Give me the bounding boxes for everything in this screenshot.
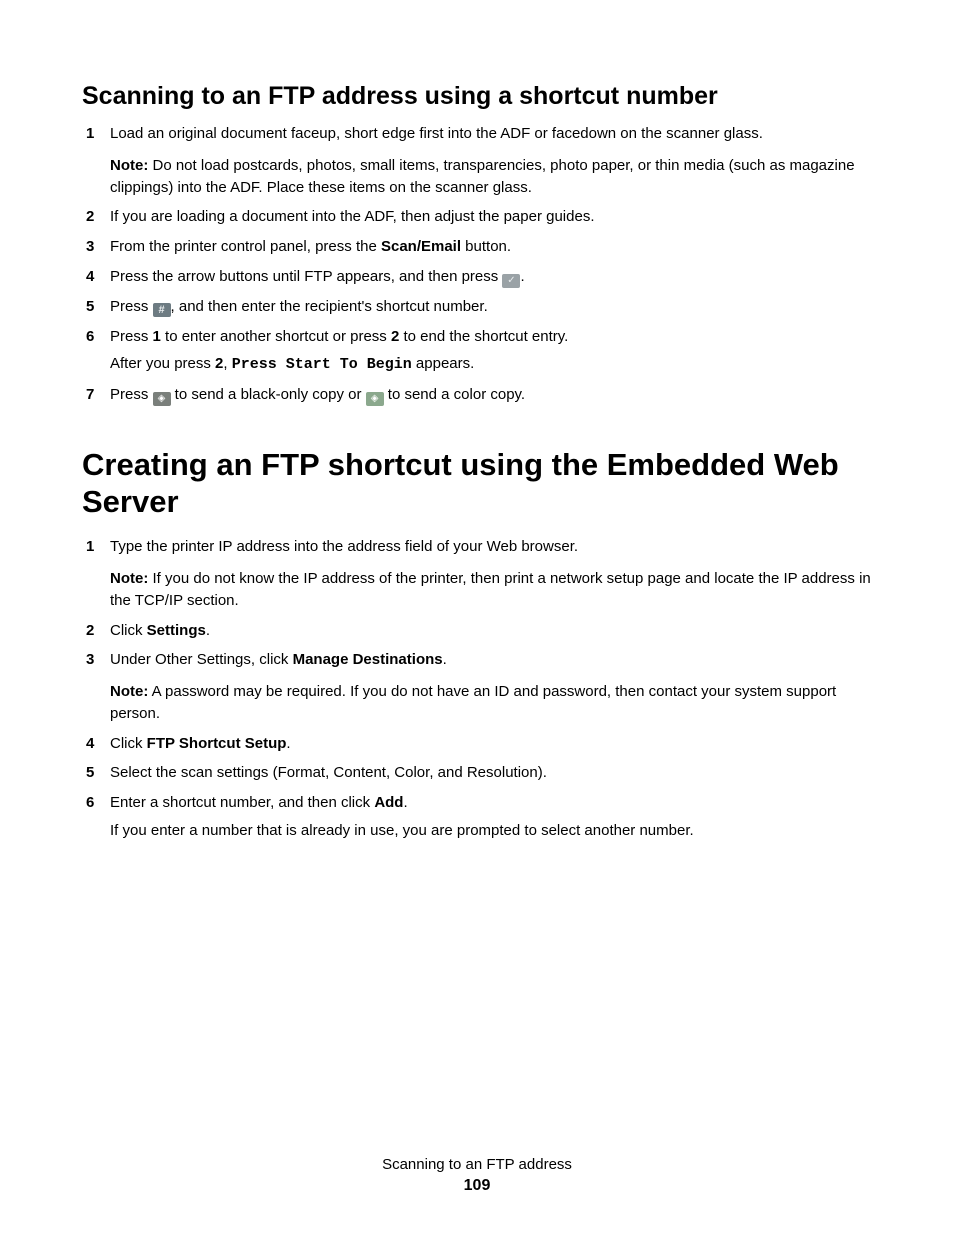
section-title-scan-shortcut: Scanning to an FTP address using a short…: [82, 82, 872, 111]
display-text-press-start: Press Start To Begin: [232, 356, 412, 373]
step-text: Select the scan settings (Format, Conten…: [110, 764, 547, 781]
step-1-note: Note: Do not load postcards, photos, sma…: [110, 155, 872, 199]
step-text-part: button.: [461, 238, 511, 255]
step-b3-note: Note: A password may be required. If you…: [110, 681, 872, 725]
section1-steps: Load an original document faceup, short …: [82, 123, 872, 406]
step-text-part: Press: [110, 298, 153, 315]
link-settings: Settings: [147, 622, 206, 639]
step-text-part: Under Other Settings, click: [110, 651, 293, 668]
link-ftp-shortcut-setup: FTP Shortcut Setup: [147, 735, 287, 752]
step-text-part: .: [443, 651, 447, 668]
step-text-part: Press the arrow buttons until FTP appear…: [110, 268, 502, 285]
step-text-part: .: [206, 622, 210, 639]
step-text-part: to end the shortcut entry.: [399, 328, 568, 345]
step-text: Type the printer IP address into the add…: [110, 538, 578, 555]
note-label: Note:: [110, 157, 148, 174]
step-b4: Click FTP Shortcut Setup.: [82, 733, 872, 755]
section-title-create-ftp-shortcut: Creating an FTP shortcut using the Embed…: [82, 446, 872, 520]
step-text-part: .: [403, 794, 407, 811]
step-text-part: Enter a shortcut number, and then click: [110, 794, 374, 811]
step-text: If you enter a number that is already in…: [110, 822, 694, 839]
step-b1: Type the printer IP address into the add…: [82, 536, 872, 611]
step-b1-note: Note: If you do not know the IP address …: [110, 568, 872, 612]
button-name-scan-email: Scan/Email: [381, 238, 461, 255]
hash-icon: #: [153, 303, 171, 317]
start-color-icon: ◈: [366, 392, 384, 406]
step-b6: Enter a shortcut number, and then click …: [82, 792, 872, 842]
digit-1: 1: [153, 328, 161, 345]
step-6-subtext: After you press 2, Press Start To Begin …: [110, 353, 872, 376]
step-b2: Click Settings.: [82, 620, 872, 642]
step-2: If you are loading a document into the A…: [82, 206, 872, 228]
step-b5: Select the scan settings (Format, Conten…: [82, 762, 872, 784]
button-add: Add: [374, 794, 403, 811]
step-text-part: After you press: [110, 355, 215, 372]
step-text: If you are loading a document into the A…: [110, 208, 595, 225]
step-text-part: Click: [110, 622, 147, 639]
step-b6-subtext: If you enter a number that is already in…: [110, 820, 872, 842]
step-6: Press 1 to enter another shortcut or pre…: [82, 326, 872, 377]
step-text: Load an original document faceup, short …: [110, 125, 763, 142]
note-label: Note:: [110, 683, 148, 700]
step-text-part: Click: [110, 735, 147, 752]
step-text-part: .: [520, 268, 524, 285]
start-black-icon: ◈: [153, 392, 171, 406]
step-text-part: to send a black-only copy or: [171, 386, 366, 403]
step-text-part: Press: [110, 328, 153, 345]
step-text-part: Press: [110, 386, 153, 403]
step-7: Press ◈ to send a black-only copy or ◈ t…: [82, 384, 872, 406]
check-icon: ✓: [502, 274, 520, 288]
step-text-part: to enter another shortcut or press: [161, 328, 391, 345]
footer-title: Scanning to an FTP address: [0, 1156, 954, 1173]
footer-page-number: 109: [0, 1177, 954, 1195]
step-3: From the printer control panel, press th…: [82, 236, 872, 258]
note-text: Do not load postcards, photos, small ite…: [110, 157, 855, 196]
link-manage-destinations: Manage Destinations: [293, 651, 443, 668]
step-text-part: appears.: [412, 355, 475, 372]
note-text: A password may be required. If you do no…: [110, 683, 836, 722]
step-b3: Under Other Settings, click Manage Desti…: [82, 649, 872, 724]
step-text-part: .: [286, 735, 290, 752]
step-text-part: to send a color copy.: [384, 386, 525, 403]
note-text: If you do not know the IP address of the…: [110, 570, 871, 609]
step-text-part: From the printer control panel, press th…: [110, 238, 381, 255]
document-page: Scanning to an FTP address using a short…: [0, 0, 954, 1235]
section2-steps: Type the printer IP address into the add…: [82, 536, 872, 841]
page-footer: Scanning to an FTP address 109: [0, 1156, 954, 1195]
step-text-part: , and then enter the recipient's shortcu…: [171, 298, 488, 315]
step-1: Load an original document faceup, short …: [82, 123, 872, 198]
step-text-part: ,: [223, 355, 231, 372]
step-4: Press the arrow buttons until FTP appear…: [82, 266, 872, 288]
note-label: Note:: [110, 570, 148, 587]
step-5: Press #, and then enter the recipient's …: [82, 296, 872, 318]
